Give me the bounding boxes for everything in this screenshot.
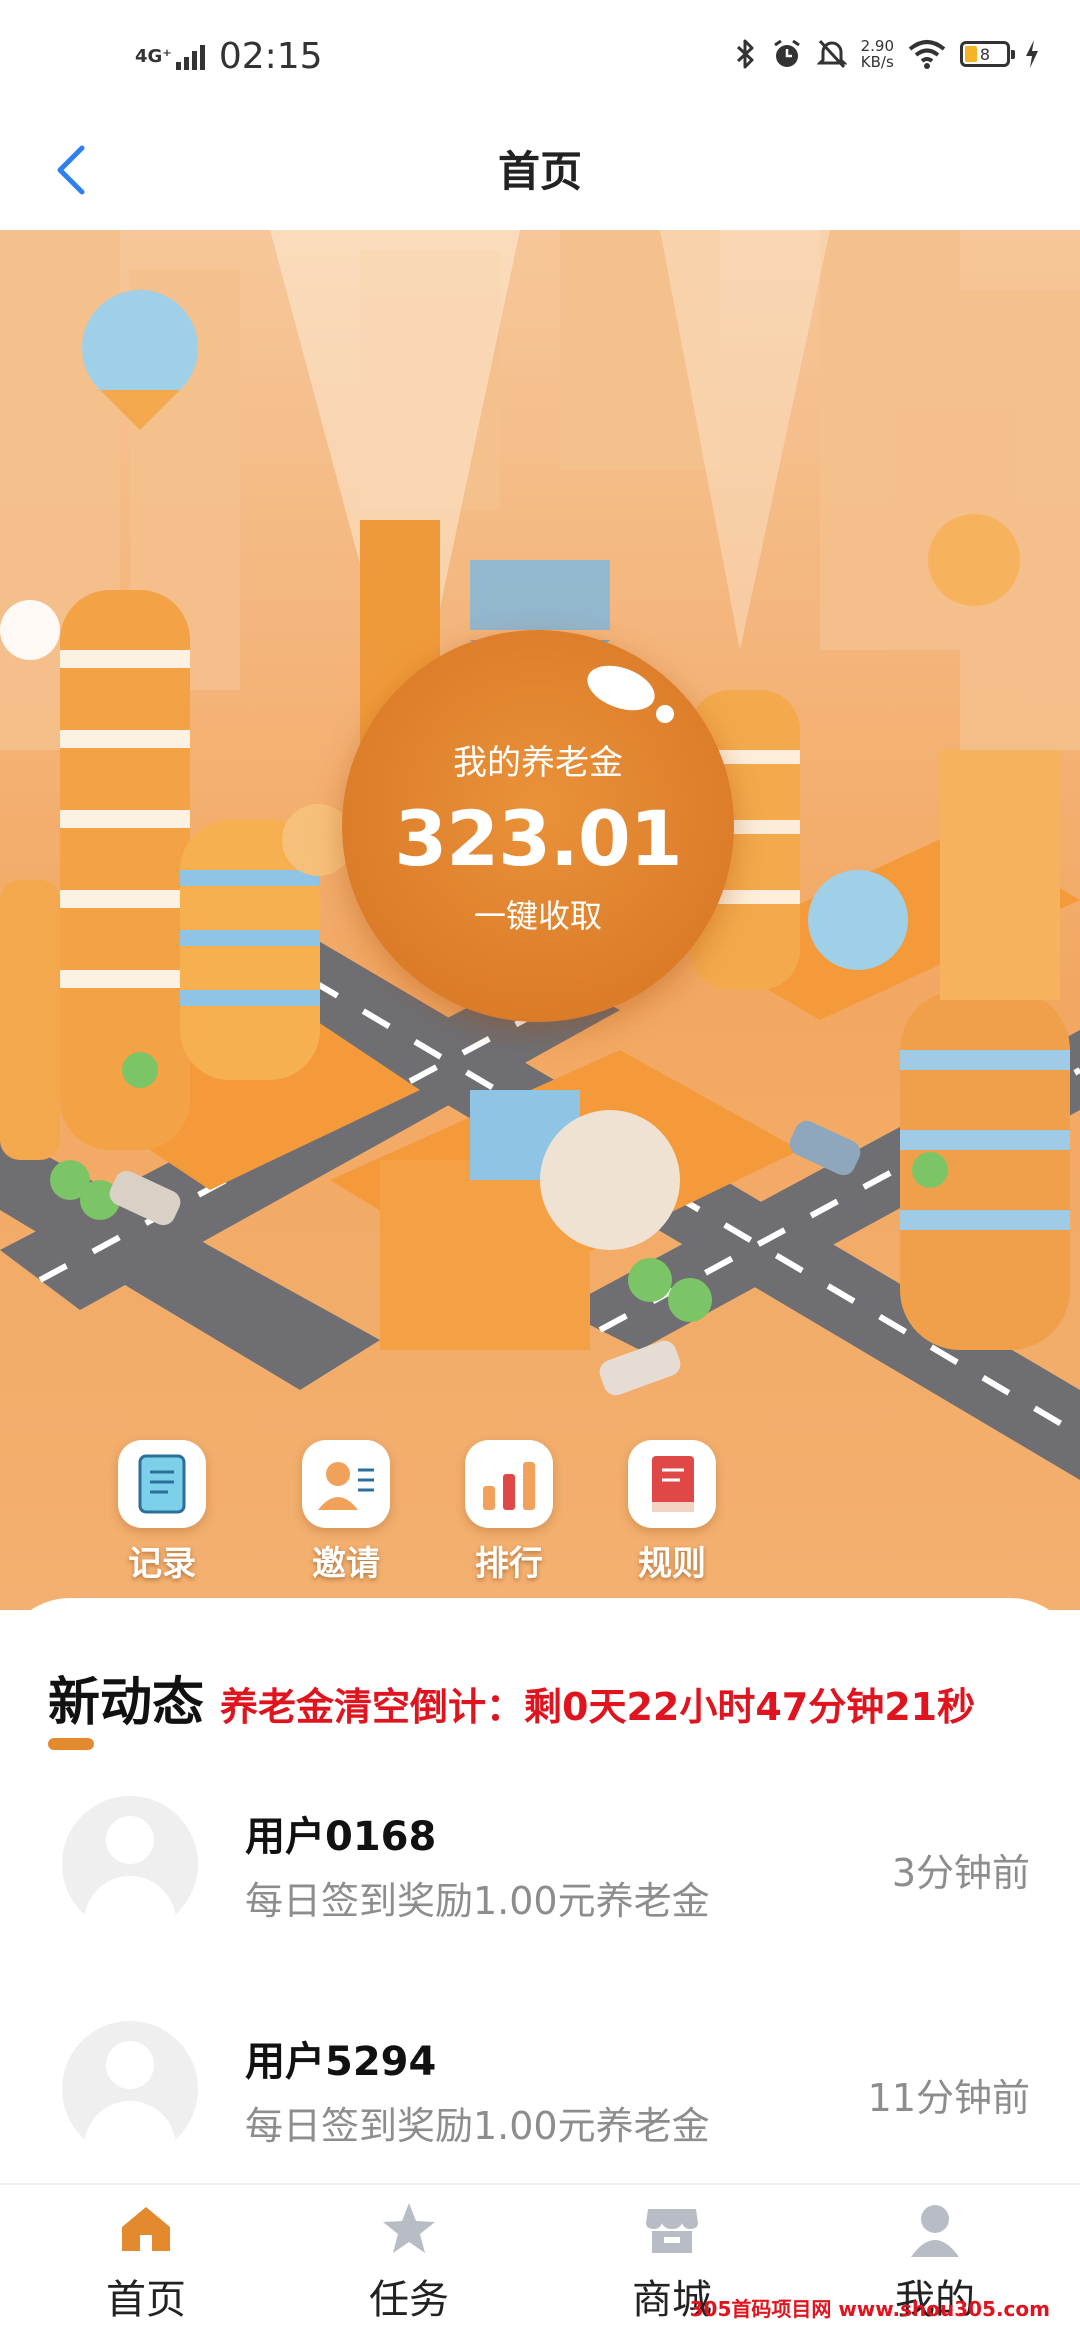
status-left: 4G⁺ 02:15	[135, 36, 323, 77]
news-header: 新动态 养老金清空倒计：剩0天22小时47分钟21秒	[48, 1660, 975, 1735]
rules-book-icon	[628, 1440, 716, 1528]
feed-user-name: 用户5294	[245, 2039, 437, 2085]
feed-description: 每日签到奖励1.00元养老金	[245, 1879, 710, 1923]
quick-action-record[interactable]: 记录	[97, 1440, 227, 1585]
charging-icon	[1026, 40, 1038, 68]
alarm-icon	[773, 39, 800, 67]
feed-time: 11分钟前	[867, 2076, 1030, 2120]
tab-home[interactable]: 首页	[46, 2199, 246, 2325]
invite-icon	[302, 1440, 390, 1528]
network-type: 4G⁺	[135, 45, 172, 67]
signal-icon	[175, 44, 205, 70]
avatar	[62, 2021, 198, 2157]
quick-actions: 记录 邀请 排行 规则	[0, 1440, 1080, 1584]
title-underline	[48, 1738, 94, 1750]
quick-action-label: 规则	[638, 1544, 706, 1584]
battery-icon: 8	[960, 41, 1015, 67]
ranking-icon	[465, 1440, 553, 1528]
quick-action-rules[interactable]: 规则	[607, 1440, 737, 1585]
highlight-decoration	[581, 657, 661, 719]
quick-action-label: 排行	[475, 1544, 543, 1584]
pension-amount: 323.01	[394, 794, 682, 883]
status-time: 02:15	[218, 36, 323, 77]
status-right: 2.90 KB/s 8	[735, 38, 1040, 70]
quick-action-ranking[interactable]: 排行	[444, 1440, 574, 1585]
news-panel: 新动态 养老金清空倒计：剩0天22小时47分钟21秒 用户0168 每日签到奖励…	[0, 1598, 1080, 2183]
page-title: 首页	[497, 147, 582, 196]
quick-action-label: 邀请	[312, 1544, 380, 1584]
quick-action-invite[interactable]: 邀请	[281, 1440, 411, 1585]
bluetooth-icon	[736, 39, 754, 69]
pension-balance-button[interactable]: 我的养老金 323.01 一键收取	[342, 630, 734, 1022]
tab-tasks[interactable]: 任务	[309, 2199, 509, 2325]
feed-description: 每日签到奖励1.00元养老金	[245, 2104, 710, 2148]
mute-icon	[816, 39, 847, 69]
wifi-icon	[908, 40, 946, 69]
net-speed-value: 2.90	[860, 37, 894, 55]
tab-label: 任务	[369, 2277, 449, 2323]
news-title: 新动态	[48, 1673, 205, 1733]
home-icon	[116, 2199, 176, 2259]
profile-icon	[905, 2199, 965, 2259]
quick-action-label: 记录	[128, 1544, 196, 1584]
store-icon	[642, 2199, 702, 2259]
net-speed: 2.90 KB/s	[861, 38, 894, 70]
collect-all-label: 一键收取	[473, 897, 602, 935]
tab-label: 首页	[106, 2277, 186, 2323]
net-speed-unit: KB/s	[860, 53, 894, 71]
feed-user-name: 用户0168	[245, 1814, 437, 1860]
city-illustration: 我的养老金 323.01 一键收取	[0, 230, 1080, 1610]
bottom-tab-bar: 首页 任务 商城 我的 305首码项目网 www.shou305.com	[0, 2183, 1080, 2342]
highlight-dot-decoration	[656, 705, 674, 723]
pension-title: 我的养老金	[453, 743, 623, 783]
star-icon	[379, 2199, 439, 2259]
status-bar: 4G⁺ 02:15 2.90 KB/s 8	[0, 0, 1080, 110]
nav-bar: 首页	[0, 110, 1080, 230]
watermark: 305首码项目网 www.shou305.com	[689, 2297, 1050, 2321]
feed-item: 用户5294 每日签到奖励1.00元养老金 11分钟前	[0, 2021, 1080, 2171]
battery-level: 8	[979, 44, 991, 64]
feed-time: 3分钟前	[891, 1851, 1030, 1895]
record-icon	[118, 1440, 206, 1528]
clear-countdown: 养老金清空倒计：剩0天22小时47分钟21秒	[220, 1685, 976, 1729]
feed-item: 用户0168 每日签到奖励1.00元养老金 3分钟前	[0, 1796, 1080, 1946]
avatar	[62, 1796, 198, 1932]
